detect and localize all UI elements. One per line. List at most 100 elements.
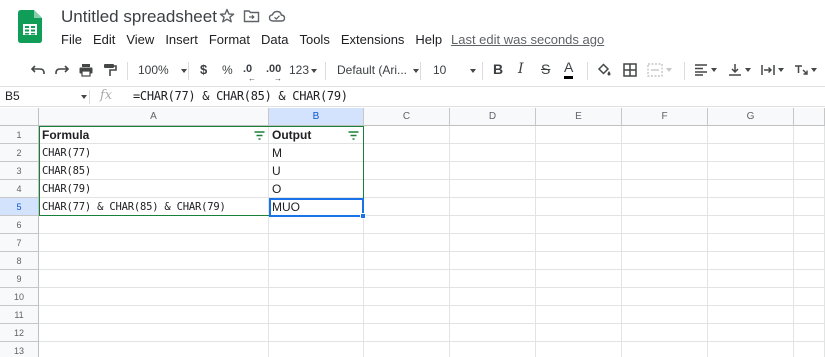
cell-empty[interactable]	[622, 252, 708, 270]
cell-a1[interactable]: Formula	[39, 126, 269, 144]
cell-empty[interactable]	[269, 216, 364, 234]
more-formats-select[interactable]: 123	[289, 63, 318, 77]
cell-empty[interactable]	[364, 324, 450, 342]
vertical-align-icon[interactable]	[725, 58, 753, 82]
cell-empty[interactable]	[536, 198, 622, 216]
row-header-9[interactable]: 9	[0, 270, 39, 288]
column-header-e[interactable]: E	[536, 108, 622, 126]
cell-empty[interactable]	[708, 180, 794, 198]
row-header-12[interactable]: 12	[0, 324, 39, 342]
cell-empty[interactable]	[536, 342, 622, 357]
cell-empty[interactable]	[450, 252, 536, 270]
cell-empty[interactable]	[269, 342, 364, 357]
cell-empty[interactable]	[622, 126, 708, 144]
menu-help[interactable]: Help	[415, 32, 442, 47]
cell-empty[interactable]	[269, 234, 364, 252]
cell-empty[interactable]	[450, 324, 536, 342]
bold-button[interactable]: B	[493, 61, 503, 77]
cell-empty[interactable]	[450, 162, 536, 180]
cell-empty[interactable]	[536, 288, 622, 306]
currency-button[interactable]: $	[200, 62, 207, 77]
last-edit-link[interactable]: Last edit was seconds ago	[451, 32, 604, 47]
cell-empty[interactable]	[364, 144, 450, 162]
row-header-1[interactable]: 1	[0, 126, 39, 144]
cell-empty[interactable]	[364, 252, 450, 270]
cell-empty[interactable]	[708, 324, 794, 342]
undo-icon[interactable]	[28, 58, 48, 82]
cell-empty[interactable]	[450, 198, 536, 216]
cell-empty[interactable]	[708, 234, 794, 252]
cell-empty[interactable]	[39, 216, 269, 234]
column-header-f[interactable]: F	[622, 108, 708, 126]
cell-empty[interactable]	[536, 252, 622, 270]
cell-empty[interactable]	[708, 216, 794, 234]
column-header-h[interactable]	[794, 108, 825, 126]
cell-a5[interactable]: CHAR(77) & CHAR(85) & CHAR(79)	[39, 198, 269, 216]
cell-empty[interactable]	[364, 234, 450, 252]
chevron-down-icon[interactable]	[81, 95, 87, 99]
star-icon[interactable]	[219, 8, 235, 24]
cell-empty[interactable]	[364, 198, 450, 216]
text-color-button[interactable]: A	[564, 59, 574, 79]
cell-empty[interactable]	[450, 234, 536, 252]
cell-empty[interactable]	[269, 252, 364, 270]
increase-decimal-button[interactable]: .00 →	[266, 63, 282, 83]
column-header-c[interactable]: C	[364, 108, 450, 126]
cell-empty[interactable]	[450, 180, 536, 198]
cell-empty[interactable]	[536, 126, 622, 144]
cell-empty[interactable]	[794, 306, 825, 324]
cell-empty[interactable]	[364, 180, 450, 198]
formula-input[interactable]: =CHAR(77) & CHAR(85) & CHAR(79)	[133, 89, 348, 103]
cell-empty[interactable]	[708, 162, 794, 180]
move-folder-icon[interactable]	[243, 8, 260, 24]
row-header-2[interactable]: 2	[0, 144, 39, 162]
cell-empty[interactable]	[536, 324, 622, 342]
cell-empty[interactable]	[622, 180, 708, 198]
cell-empty[interactable]	[622, 144, 708, 162]
cell-empty[interactable]	[364, 162, 450, 180]
print-icon[interactable]	[76, 58, 96, 82]
row-header-10[interactable]: 10	[0, 288, 39, 306]
cell-empty[interactable]	[269, 306, 364, 324]
cell-a3[interactable]: CHAR(85)	[39, 162, 269, 180]
menu-edit[interactable]: Edit	[93, 32, 115, 47]
cell-empty[interactable]	[450, 306, 536, 324]
cell-empty[interactable]	[794, 234, 825, 252]
name-box[interactable]: B5	[5, 89, 20, 103]
cell-empty[interactable]	[536, 216, 622, 234]
row-header-5[interactable]: 5	[0, 198, 39, 216]
menu-extensions[interactable]: Extensions	[341, 32, 405, 47]
cell-empty[interactable]	[364, 306, 450, 324]
filter-icon[interactable]	[254, 131, 265, 140]
column-header-b[interactable]: B	[269, 108, 364, 126]
select-all-corner[interactable]	[0, 108, 39, 126]
cell-empty[interactable]	[450, 126, 536, 144]
cell-empty[interactable]	[794, 324, 825, 342]
cell-empty[interactable]	[794, 270, 825, 288]
menu-file[interactable]: File	[61, 32, 82, 47]
row-header-4[interactable]: 4	[0, 180, 39, 198]
cell-a2[interactable]: CHAR(77)	[39, 144, 269, 162]
cell-empty[interactable]	[622, 234, 708, 252]
row-header-3[interactable]: 3	[0, 162, 39, 180]
cell-empty[interactable]	[269, 324, 364, 342]
row-header-11[interactable]: 11	[0, 306, 39, 324]
cloud-status-icon[interactable]	[268, 8, 286, 24]
fill-color-icon[interactable]	[594, 58, 614, 82]
cell-b4[interactable]: O	[269, 180, 364, 198]
menu-format[interactable]: Format	[209, 32, 250, 47]
cell-empty[interactable]	[364, 342, 450, 357]
menu-data[interactable]: Data	[261, 32, 288, 47]
cell-empty[interactable]	[622, 288, 708, 306]
cell-empty[interactable]	[450, 216, 536, 234]
font-size-select[interactable]: 10	[433, 63, 477, 77]
cell-empty[interactable]	[450, 342, 536, 357]
cell-empty[interactable]	[536, 162, 622, 180]
cell-empty[interactable]	[450, 270, 536, 288]
cell-empty[interactable]	[39, 306, 269, 324]
cell-empty[interactable]	[364, 288, 450, 306]
cell-empty[interactable]	[536, 180, 622, 198]
cell-empty[interactable]	[708, 126, 794, 144]
cell-a4[interactable]: CHAR(79)	[39, 180, 269, 198]
cell-empty[interactable]	[708, 288, 794, 306]
